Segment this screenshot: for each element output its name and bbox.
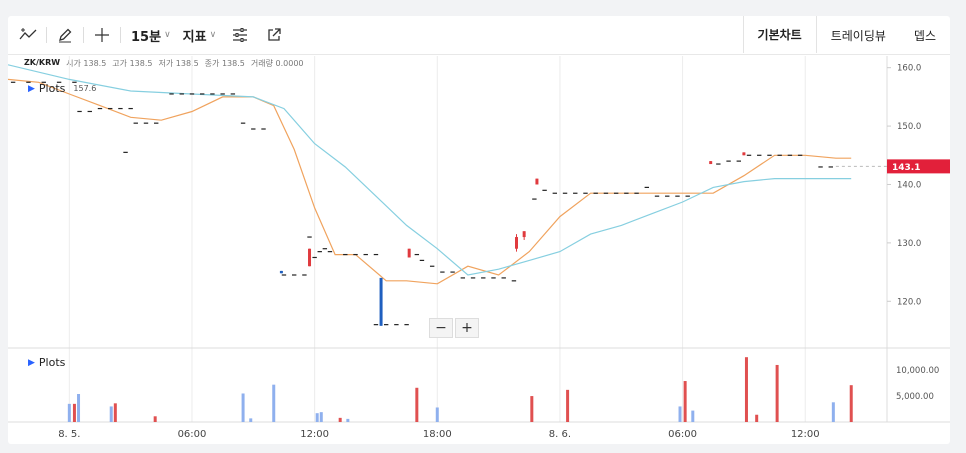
volume-bar xyxy=(566,389,570,422)
volume-bar xyxy=(744,357,748,422)
time-axis-label: 8. 6. xyxy=(549,429,571,440)
volume-axis-label: 5,000.00 xyxy=(896,392,934,402)
volume-bar xyxy=(153,416,157,422)
zoom-in-button[interactable]: + xyxy=(455,318,479,338)
volume-bar xyxy=(319,412,323,422)
zoom-controls: − + xyxy=(429,318,479,338)
candle-body xyxy=(379,277,383,326)
price-chart[interactable]: 143.1 160.0 150.0 140.0 130.0 120.0 10,000.00 5… xyxy=(8,16,950,444)
price-plots-toggle[interactable]: ▶ Plots 157.6 xyxy=(28,82,96,95)
volume-bar xyxy=(831,402,835,422)
time-axis-label: 06:00 xyxy=(668,429,697,440)
volume-bar xyxy=(249,418,253,422)
candle-body xyxy=(742,152,746,156)
volume-bar xyxy=(678,406,682,422)
volume-bar xyxy=(109,406,113,422)
time-axis-label: 06:00 xyxy=(178,429,207,440)
current-price-label: 143.1 xyxy=(892,163,920,173)
candle-body xyxy=(407,248,411,258)
candle-body xyxy=(279,270,283,274)
candle-body xyxy=(535,178,539,185)
play-triangle-icon: ▶ xyxy=(28,357,35,368)
volume-bar xyxy=(338,417,342,422)
volume-bar xyxy=(683,381,687,422)
price-plots-label: Plots xyxy=(38,82,66,95)
volume-plots-toggle[interactable]: ▶ Plots xyxy=(28,356,65,369)
zoom-out-button[interactable]: − xyxy=(429,318,453,338)
volume-bar xyxy=(77,394,81,422)
volume-bar xyxy=(435,407,439,422)
plot-marker-value: 157.6 xyxy=(73,84,97,93)
ma-short-line xyxy=(8,78,852,285)
volume-bar xyxy=(67,403,71,422)
volume-plots-label: Plots xyxy=(38,356,66,369)
volume-bar xyxy=(241,393,245,422)
volume-bar xyxy=(691,410,695,422)
volume-bar xyxy=(849,385,853,422)
price-axis-label: 140.0 xyxy=(897,180,921,190)
chart-frame: 15분 ∨ 지표 ∨ 기본차트 트레이딩뷰 뎁스 ZK/KRW 시가 138.5… xyxy=(8,16,950,444)
price-axis-label: 160.0 xyxy=(897,64,921,74)
volume-axis-label: 10,000.00 xyxy=(896,366,939,376)
price-axis-label: 120.0 xyxy=(897,297,921,307)
candle-body xyxy=(308,248,312,267)
volume-bar xyxy=(72,403,76,422)
candle-body xyxy=(709,161,713,165)
time-axis-label: 8. 5. xyxy=(58,429,80,440)
volume-bar xyxy=(775,364,779,422)
candle-body xyxy=(514,237,518,249)
volume-bar xyxy=(415,387,419,422)
time-axis-label: 12:00 xyxy=(791,429,820,440)
volume-bar xyxy=(315,413,319,422)
volume-bar xyxy=(272,384,276,422)
time-axis-label: 18:00 xyxy=(423,429,452,440)
play-triangle-icon: ▶ xyxy=(28,83,35,94)
ma-long-line xyxy=(8,64,852,276)
volume-bar xyxy=(530,396,534,422)
volume-bar xyxy=(113,403,117,422)
price-axis-label: 130.0 xyxy=(897,239,921,249)
candle-body xyxy=(522,231,526,238)
time-axis-label: 12:00 xyxy=(300,429,329,440)
price-axis-label: 150.0 xyxy=(897,122,921,132)
volume-bar xyxy=(755,414,759,422)
volume-bar xyxy=(346,418,350,422)
